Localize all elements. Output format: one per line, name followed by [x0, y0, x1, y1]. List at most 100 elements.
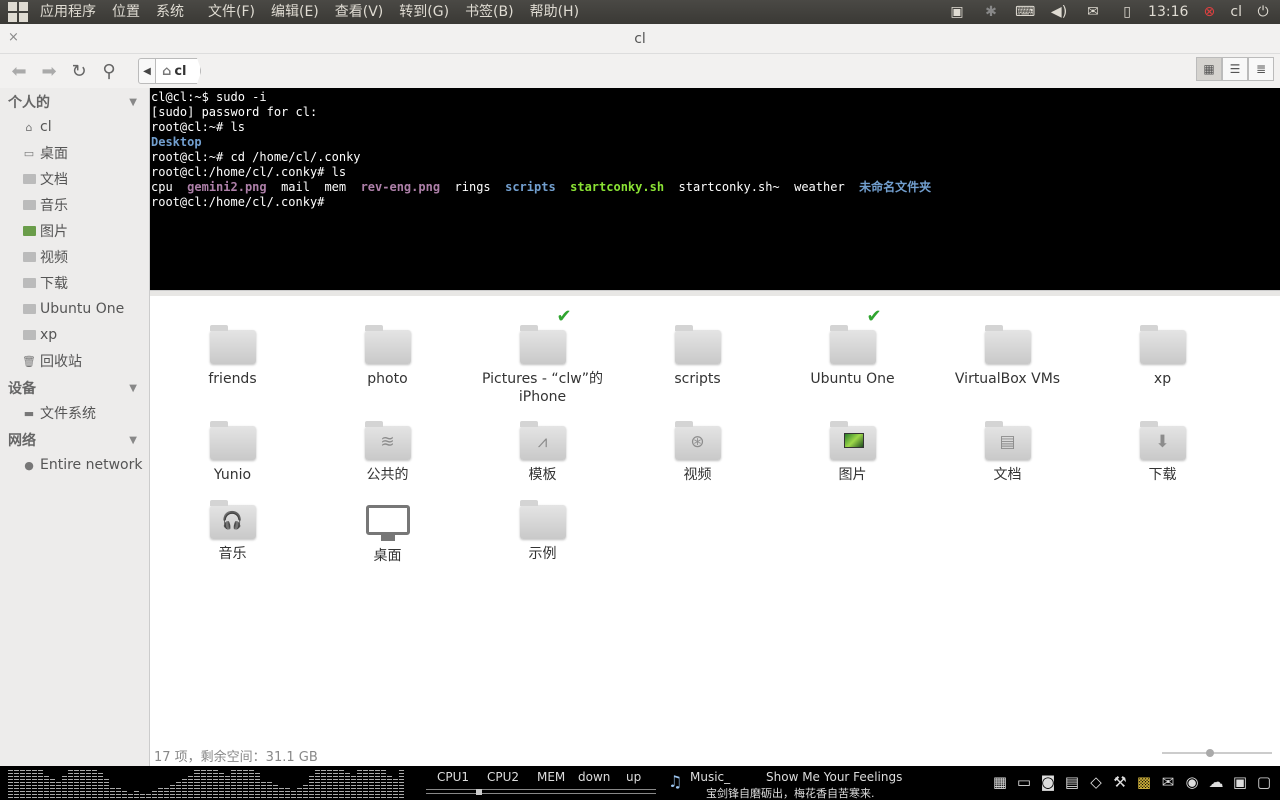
network-icon[interactable]: ▣ — [946, 3, 968, 21]
menu-view[interactable]: 查看(V) — [327, 0, 392, 24]
menu-go[interactable]: 转到(G) — [391, 0, 457, 24]
sidebar-item-filesystem[interactable]: ▬ 文件系统 — [0, 400, 149, 426]
path-segment-home[interactable]: ⌂ cl — [156, 58, 202, 84]
battery-icon[interactable]: ▯ — [1116, 3, 1138, 21]
file-item[interactable]: 桌面 — [310, 501, 465, 565]
file-item[interactable]: ⩘ 模板 — [465, 421, 620, 484]
file-item[interactable]: friends — [155, 325, 310, 388]
visualizer-bar — [134, 790, 140, 798]
embedded-terminal[interactable]: cl@cl:~$ sudo -i [sudo] password for cl:… — [150, 88, 1280, 290]
pictures-icon[interactable]: ▩ — [1133, 770, 1155, 794]
list-view-icon[interactable]: ☰ — [1222, 57, 1248, 81]
visualizer-bar — [116, 788, 122, 798]
sync-check-icon: ✔ — [866, 306, 882, 327]
firefox-icon[interactable]: ◉ — [1181, 770, 1203, 794]
reload-icon[interactable]: ↻ — [64, 57, 94, 85]
menu-applications[interactable]: 应用程序 — [32, 0, 104, 24]
sidebar-item-home[interactable]: ⌂ cl — [0, 114, 149, 140]
meter-label: MEM — [537, 770, 566, 784]
file-item-label: 示例 — [528, 546, 557, 562]
menu-file[interactable]: 文件(F) — [200, 0, 263, 24]
visualizer-bar — [86, 768, 92, 798]
camera-icon[interactable]: ▣ — [1229, 770, 1251, 794]
menu-bookmarks[interactable]: 书签(B) — [457, 0, 522, 24]
top-menu: 应用程序 位置 系统 文件(F) 编辑(E) 查看(V) 转到(G) 书签(B)… — [32, 0, 587, 24]
file-item[interactable]: ⊛ 视频 — [620, 421, 775, 484]
file-item[interactable]: VirtualBox VMs — [930, 325, 1085, 388]
show-desktop-icon[interactable]: ▦ — [989, 770, 1011, 794]
compact-view-icon[interactable]: ≣ — [1248, 57, 1274, 81]
visualizer-bar — [176, 782, 182, 798]
file-item[interactable]: xp — [1085, 325, 1240, 388]
toolbar: ⬅ ➡ ↻ ⚲ ◀ ⌂ cl ▦ ☰ ≣ — [0, 54, 1280, 88]
sidebar-item-videos[interactable]: 视频 — [0, 244, 149, 270]
menu-places[interactable]: 位置 — [104, 0, 148, 24]
visualizer-bar — [110, 786, 116, 798]
file-item[interactable]: ≋ 公共的 — [310, 421, 465, 484]
sidebar-heading-network[interactable]: 网络 ▼ — [0, 426, 149, 452]
collapse-arrow-icon[interactable]: ▼ — [129, 435, 137, 446]
user-status-icon[interactable]: ⊗ — [1198, 3, 1220, 21]
terminal-prompt[interactable]: root@cl:/home/cl/.conky# — [151, 195, 1279, 210]
screenshot-icon[interactable]: ◙ — [1037, 770, 1059, 794]
sidebar-item-documents[interactable]: 文档 — [0, 166, 149, 192]
menu-edit[interactable]: 编辑(E) — [263, 0, 327, 24]
file-item[interactable]: scripts — [620, 325, 775, 388]
zoom-slider-knob[interactable] — [1206, 749, 1214, 757]
mail-client-icon[interactable]: ✉ — [1157, 770, 1179, 794]
menu-help[interactable]: 帮助(H) — [522, 0, 587, 24]
file-item[interactable]: ▤ 文档 — [930, 421, 1085, 484]
visualizer-bar — [308, 776, 314, 798]
sidebar-item-xp[interactable]: xp — [0, 322, 149, 348]
file-item[interactable]: photo — [310, 325, 465, 388]
visualizer-bar — [50, 778, 56, 798]
sidebar-heading-devices[interactable]: 设备 ▼ — [0, 374, 149, 400]
volume-icon[interactable]: ◀) — [1048, 3, 1070, 21]
collapse-arrow-icon[interactable]: ▼ — [129, 97, 137, 108]
music-icon[interactable]: ♫ — [668, 772, 682, 791]
sidebar-heading-personal[interactable]: 个人的 ▼ — [0, 88, 149, 114]
clock[interactable]: 13:16 — [1148, 4, 1188, 20]
mail-icon[interactable]: ✉ — [1082, 3, 1104, 21]
file-item[interactable]: ✔ Ubuntu One — [775, 306, 930, 388]
monitor-icon[interactable]: ▢ — [1253, 770, 1275, 794]
file-item-label: 视频 — [683, 467, 712, 483]
menu-system[interactable]: 系统 — [148, 0, 192, 24]
sidebar-item-desktop[interactable]: ▭ 桌面 — [0, 140, 149, 166]
visualizer-bar — [302, 784, 308, 798]
visualizer-bar — [218, 772, 224, 798]
tools-icon[interactable]: ⚒ — [1109, 770, 1131, 794]
user-name[interactable]: cl — [1230, 4, 1242, 20]
folder-icon — [22, 329, 36, 341]
path-left-arrow-icon[interactable]: ◀ — [138, 58, 156, 84]
applications-grid-icon[interactable] — [8, 2, 28, 22]
keyboard-icon[interactable]: ⌨ — [1014, 3, 1036, 21]
calculator-icon[interactable]: ▤ — [1061, 770, 1083, 794]
back-arrow-icon[interactable]: ⬅ — [4, 57, 34, 85]
bluetooth-icon[interactable]: ✱ — [980, 3, 1002, 21]
terminal-icon[interactable]: ▭ — [1013, 770, 1035, 794]
sidebar-item-pictures[interactable]: 图片 — [0, 218, 149, 244]
sidebar-item-music[interactable]: 音乐 — [0, 192, 149, 218]
chat-icon[interactable]: ☁ — [1205, 770, 1227, 794]
sidebar-item-downloads[interactable]: 下载 — [0, 270, 149, 296]
zoom-slider[interactable] — [1162, 749, 1272, 757]
file-item[interactable]: 图片 — [775, 421, 930, 484]
sidebar-item-label: cl — [40, 119, 52, 135]
file-item[interactable]: ⬇ 下载 — [1085, 421, 1240, 484]
sidebar-item-ubuntu-one[interactable]: Ubuntu One — [0, 296, 149, 322]
forward-arrow-icon[interactable]: ➡ — [34, 57, 64, 85]
file-item[interactable]: 示例 — [465, 500, 620, 563]
folder-icon — [364, 325, 411, 364]
power-icon[interactable]: ⏻ — [1252, 3, 1274, 21]
sidebar-item-entire-network[interactable]: ● Entire network — [0, 452, 149, 478]
visualizer-bar — [212, 768, 218, 798]
eye-of-gnome-icon[interactable]: ◇ — [1085, 770, 1107, 794]
file-item[interactable]: Yunio — [155, 421, 310, 484]
file-item[interactable]: ✔ Pictures - “clw”的 iPhone — [465, 306, 620, 406]
sidebar-item-trash[interactable]: 🗑 回收站 — [0, 348, 149, 374]
icon-view-icon[interactable]: ▦ — [1196, 57, 1222, 81]
collapse-arrow-icon[interactable]: ▼ — [129, 383, 137, 394]
file-item[interactable]: 🎧 音乐 — [155, 500, 310, 563]
search-icon[interactable]: ⚲ — [94, 57, 124, 85]
